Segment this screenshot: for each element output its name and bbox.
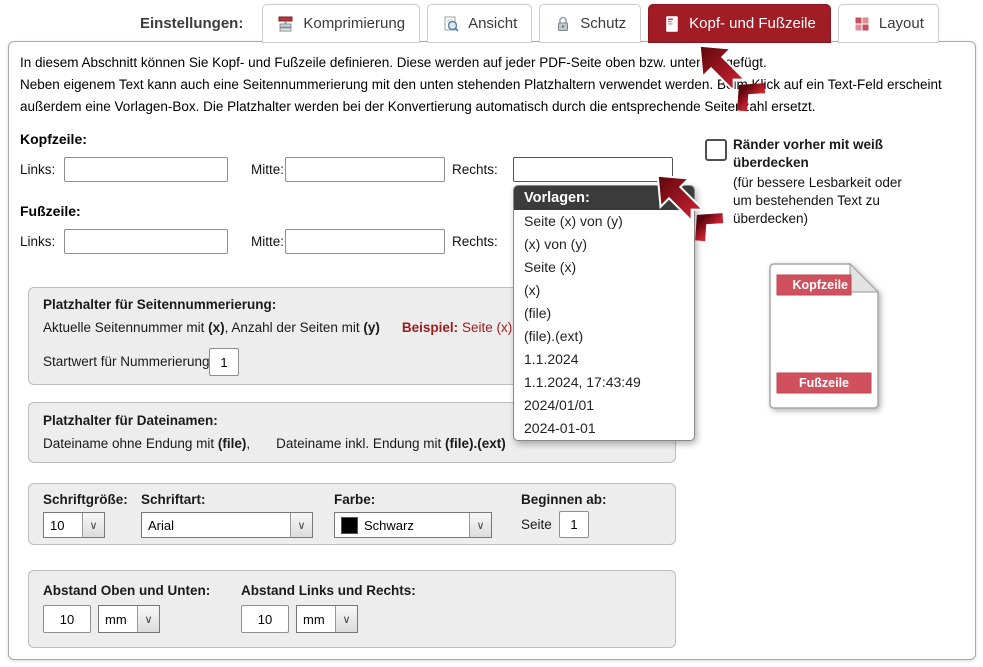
font-section: Schriftgröße: 10 ∨ Schriftart: Arial ∨ F…: [28, 483, 676, 545]
placeholder-file: (file): [218, 436, 247, 451]
fusszeile-mitte-input[interactable]: [285, 229, 445, 254]
vorlagen-item[interactable]: (file).(ext): [514, 325, 694, 348]
numbering-start-input[interactable]: [209, 348, 239, 376]
view-icon: [442, 15, 460, 33]
font-size-select[interactable]: 10 ∨: [43, 512, 105, 538]
vorlagen-item[interactable]: 1.1.2024, 17:43:49: [514, 371, 694, 394]
numbering-description: Aktuelle Seitennummer mit (x), Anzahl de…: [43, 320, 557, 335]
tab-ansicht[interactable]: Ansicht: [427, 4, 532, 43]
vorlagen-header: Vorlagen:: [514, 186, 694, 210]
tab-label: Layout: [879, 15, 924, 32]
vorlagen-item[interactable]: Seite (x): [514, 256, 694, 279]
document-icon: [663, 15, 681, 33]
kopfzeile-links-input[interactable]: [64, 157, 228, 182]
tab-label: Schutz: [580, 15, 626, 32]
vorlagen-item[interactable]: Seite (x) von (y): [514, 210, 694, 233]
tab-schutz[interactable]: Schutz: [539, 4, 641, 43]
intro-text: In diesem Abschnitt können Sie Kopf- und…: [20, 52, 970, 118]
kopfzeile-mitte-input[interactable]: [285, 157, 445, 182]
margin-tb-unit-select[interactable]: mm ∨: [98, 605, 160, 633]
chevron-down-icon: ∨: [290, 513, 312, 537]
font-family-label: Schriftart:: [141, 492, 206, 507]
font-size-label: Schriftgröße:: [43, 492, 128, 507]
tab-label: Kopf- und Fußzeile: [689, 15, 816, 32]
vorlagen-dropdown: Vorlagen: Seite (x) von (y) (x) von (y) …: [513, 185, 695, 441]
begin-page-input[interactable]: [559, 511, 589, 538]
tab-komprimierung[interactable]: Komprimierung: [262, 4, 420, 43]
vorlagen-item[interactable]: 1.1.2024: [514, 348, 694, 371]
kopfzeile-links-label: Links:: [20, 162, 55, 177]
overlay-margins-hint: (für bessere Lesbarkeit oder um bestehen…: [733, 174, 923, 228]
preview-header-label: Kopfzeile: [792, 278, 848, 292]
preview-footer-label: Fußzeile: [799, 376, 849, 390]
margins-section: Abstand Oben und Unten: mm ∨ Abstand Lin…: [28, 570, 676, 648]
font-color-select[interactable]: Schwarz ∨: [334, 512, 492, 538]
lock-icon: [554, 15, 572, 33]
chevron-down-icon: ∨: [335, 606, 357, 632]
numbering-title: Platzhalter für Seitennummerierung:: [43, 297, 276, 312]
chevron-down-icon: ∨: [82, 513, 104, 537]
font-family-select[interactable]: Arial ∨: [141, 512, 313, 538]
fusszeile-mitte-label: Mitte:: [251, 234, 284, 249]
overlay-margins-checkbox[interactable]: [705, 139, 727, 161]
placeholder-y: (y): [363, 320, 380, 335]
tab-bar: Einstellungen: Komprimierung Ansicht Sch…: [140, 4, 939, 43]
overlay-margins-label[interactable]: Ränder vorher mit weiß überdecken: [733, 136, 905, 172]
fusszeile-rechts-label: Rechts:: [452, 234, 498, 249]
margin-tb-label: Abstand Oben und Unten:: [43, 583, 210, 598]
kopfzeile-mitte-label: Mitte:: [251, 162, 284, 177]
fusszeile-links-label: Links:: [20, 234, 55, 249]
numbering-start-label: Startwert für Nummerierung:: [43, 354, 213, 369]
page-preview: Kopfzeile Fußzeile: [760, 260, 886, 414]
settings-label: Einstellungen:: [140, 15, 243, 32]
fusszeile-links-input[interactable]: [64, 229, 228, 254]
vorlagen-item[interactable]: 2024/01/01: [514, 394, 694, 417]
vorlagen-item[interactable]: (x) von (y): [514, 233, 694, 256]
vorlagen-item[interactable]: (file): [514, 302, 694, 325]
begin-at-label: Beginnen ab:: [521, 492, 607, 507]
margin-lr-label: Abstand Links und Rechts:: [241, 583, 416, 598]
filename-title: Platzhalter für Dateinamen:: [43, 413, 218, 428]
tab-label: Komprimierung: [303, 15, 405, 32]
kopfzeile-rechts-label: Rechts:: [452, 162, 498, 177]
chevron-down-icon: ∨: [469, 513, 491, 537]
placeholder-x: (x): [208, 320, 225, 335]
margin-lr-unit-select[interactable]: mm ∨: [296, 605, 358, 633]
vorlagen-item[interactable]: 2024-01-01: [514, 417, 694, 440]
kopfzeile-rechts-input[interactable]: [513, 157, 673, 182]
tab-label: Ansicht: [468, 15, 517, 32]
vorlagen-item[interactable]: (x): [514, 279, 694, 302]
margin-tb-input[interactable]: [43, 605, 91, 633]
font-color-label: Farbe:: [334, 492, 375, 507]
kopfzeile-title: Kopfzeile:: [20, 131, 87, 147]
placeholder-file-ext: (file).(ext): [445, 436, 506, 451]
fusszeile-title: Fußzeile:: [20, 203, 81, 219]
margin-lr-input[interactable]: [241, 605, 289, 633]
chevron-down-icon: ∨: [137, 606, 159, 632]
color-swatch: [341, 517, 358, 534]
compress-icon: [277, 15, 295, 33]
grid-icon: [853, 15, 871, 33]
tab-layout[interactable]: Layout: [838, 4, 939, 43]
tab-kopf-und-fusszeile[interactable]: Kopf- und Fußzeile: [648, 4, 831, 43]
begin-page-label: Seite: [521, 517, 552, 532]
folded-corner: [850, 264, 878, 292]
filename-description: Dateiname ohne Endung mit (file),Dateina…: [43, 436, 506, 451]
